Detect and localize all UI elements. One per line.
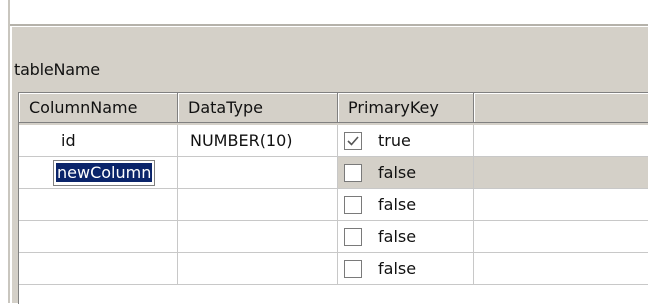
header-primary-key[interactable]: PrimaryKey (338, 93, 474, 123)
cell-text: false (378, 195, 417, 214)
column-grid[interactable]: ColumnName DataType PrimaryKey id NUMBER… (18, 92, 648, 304)
header-filler (474, 93, 648, 123)
header-label: ColumnName (29, 98, 138, 117)
filler-cell (474, 253, 648, 285)
primary-key-checkbox[interactable] (344, 227, 362, 246)
cell-text: id (61, 131, 76, 150)
cell-text: false (378, 163, 417, 182)
primary-key-cell[interactable]: false (338, 253, 474, 285)
header-label: PrimaryKey (348, 98, 439, 117)
cell-text: NUMBER(10) (190, 131, 293, 150)
primary-key-cell[interactable]: false (338, 221, 474, 253)
column-name-cell[interactable] (19, 189, 178, 221)
header-column-name[interactable]: ColumnName (19, 93, 178, 123)
cell-text: false (378, 259, 417, 278)
data-type-cell[interactable]: NUMBER(10) (178, 125, 338, 157)
data-type-cell[interactable] (178, 221, 338, 253)
primary-key-checkbox[interactable] (344, 195, 362, 214)
filler-cell (474, 125, 648, 157)
filler-cell (474, 221, 648, 253)
data-type-cell[interactable] (178, 253, 338, 285)
column-name-cell[interactable] (19, 253, 178, 285)
column-name-editor[interactable]: newColumn (53, 159, 156, 186)
primary-key-checkbox[interactable] (344, 163, 362, 182)
primary-key-checkbox[interactable] (344, 131, 362, 150)
filler-cell (474, 189, 648, 221)
window-left-edge (0, 0, 12, 303)
primary-key-cell[interactable]: true (338, 125, 474, 157)
column-name-cell[interactable]: newColumn (19, 157, 178, 189)
top-toolbar-area (10, 0, 648, 26)
cell-text: newColumn (56, 162, 153, 182)
table-name-label: tableName (14, 60, 100, 79)
table-row[interactable]: false (19, 221, 648, 253)
header-data-type[interactable]: DataType (178, 93, 338, 123)
checkmark-icon (347, 135, 359, 146)
column-name-cell[interactable]: id (19, 125, 178, 157)
table-row[interactable]: false (19, 189, 648, 221)
column-name-cell[interactable] (19, 221, 178, 253)
table-row[interactable]: false (19, 253, 648, 285)
table-row[interactable]: newColumn false (19, 157, 648, 189)
window-left-border (8, 0, 10, 303)
grid-header: ColumnName DataType PrimaryKey (19, 93, 648, 125)
primary-key-checkbox[interactable] (344, 259, 362, 278)
header-label: DataType (188, 98, 263, 117)
data-type-cell[interactable] (178, 157, 338, 189)
primary-key-cell[interactable]: false (338, 157, 474, 189)
cell-text: true (378, 131, 411, 150)
cell-text: false (378, 227, 417, 246)
filler-cell (474, 157, 648, 189)
data-type-cell[interactable] (178, 189, 338, 221)
primary-key-cell[interactable]: false (338, 189, 474, 221)
table-row[interactable]: id NUMBER(10) true (19, 125, 648, 157)
top-divider (10, 24, 648, 26)
